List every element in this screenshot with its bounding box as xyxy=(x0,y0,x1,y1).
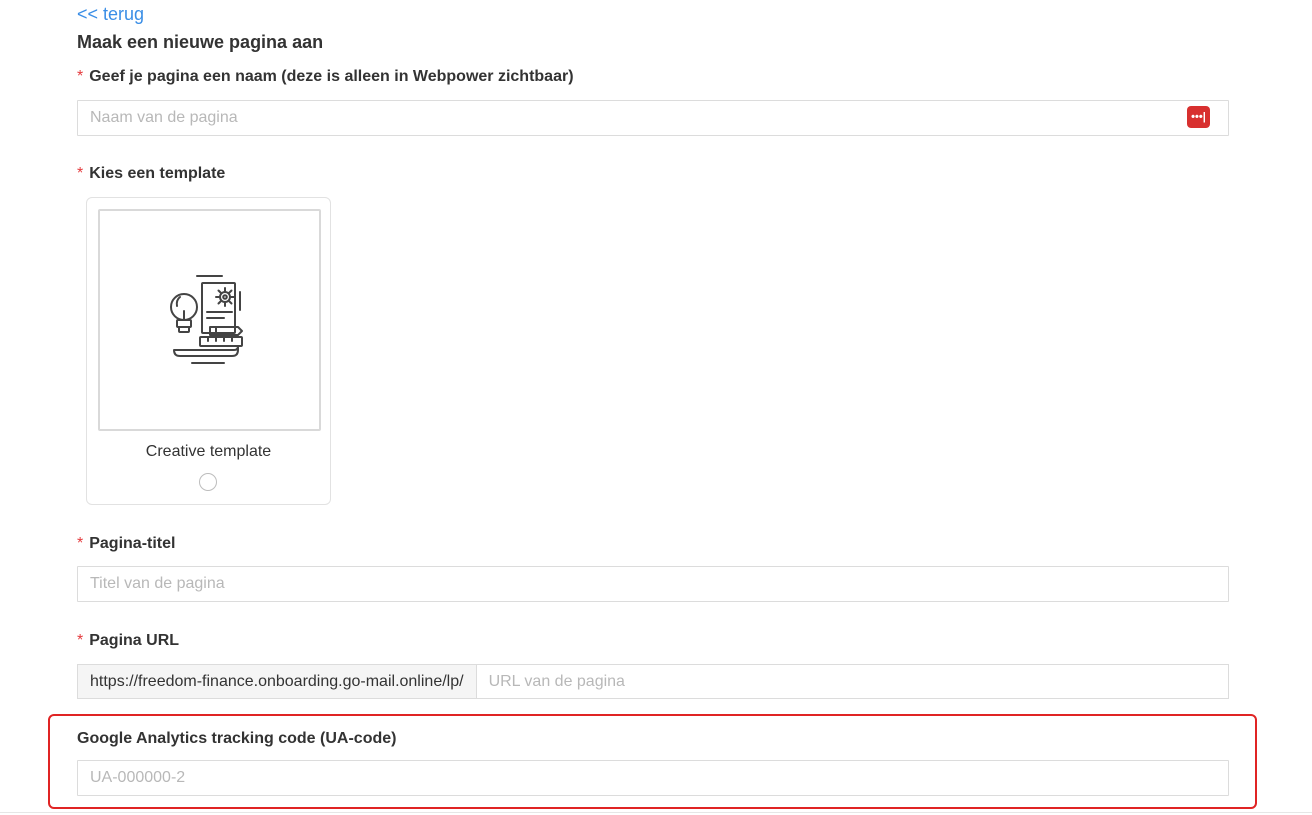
back-link[interactable]: << terug xyxy=(77,4,144,25)
page-url-input[interactable] xyxy=(476,665,1228,698)
page-title-input[interactable] xyxy=(77,566,1229,602)
analytics-code-input[interactable] xyxy=(77,760,1229,796)
url-prefix: https://freedom-finance.onboarding.go-ma… xyxy=(78,665,477,698)
template-name: Creative template xyxy=(145,443,272,460)
page-url-group: https://freedom-finance.onboarding.go-ma… xyxy=(77,664,1229,699)
creative-idea-illustration-icon xyxy=(169,275,243,364)
template-card-creative[interactable]: Creative template xyxy=(86,197,331,505)
required-marker: * xyxy=(77,632,84,649)
template-label: * Kies een template xyxy=(77,165,225,183)
page-url-label: * Pagina URL xyxy=(77,632,179,650)
page-title-label-text: Pagina-titel xyxy=(89,535,176,552)
page-title: Maak een nieuwe pagina aan xyxy=(77,32,324,52)
page-name-label-text: Geef je pagina een naam (deze is alleen … xyxy=(89,68,574,85)
page-title-label: * Pagina-titel xyxy=(77,535,175,553)
password-manager-icon[interactable]: •••| xyxy=(1187,106,1210,128)
required-marker: * xyxy=(77,535,84,552)
required-marker: * xyxy=(77,165,84,182)
page-name-label: * Geef je pagina een naam (deze is alleen… xyxy=(77,68,574,86)
page-name-input[interactable] xyxy=(77,100,1229,136)
template-label-text: Kies een template xyxy=(89,165,226,182)
analytics-label: Google Analytics tracking code (UA-code) xyxy=(77,730,397,747)
required-marker: * xyxy=(77,68,84,85)
template-radio[interactable] xyxy=(199,473,217,491)
divider xyxy=(0,812,1312,813)
page-url-label-text: Pagina URL xyxy=(89,632,180,649)
template-preview xyxy=(98,209,321,431)
